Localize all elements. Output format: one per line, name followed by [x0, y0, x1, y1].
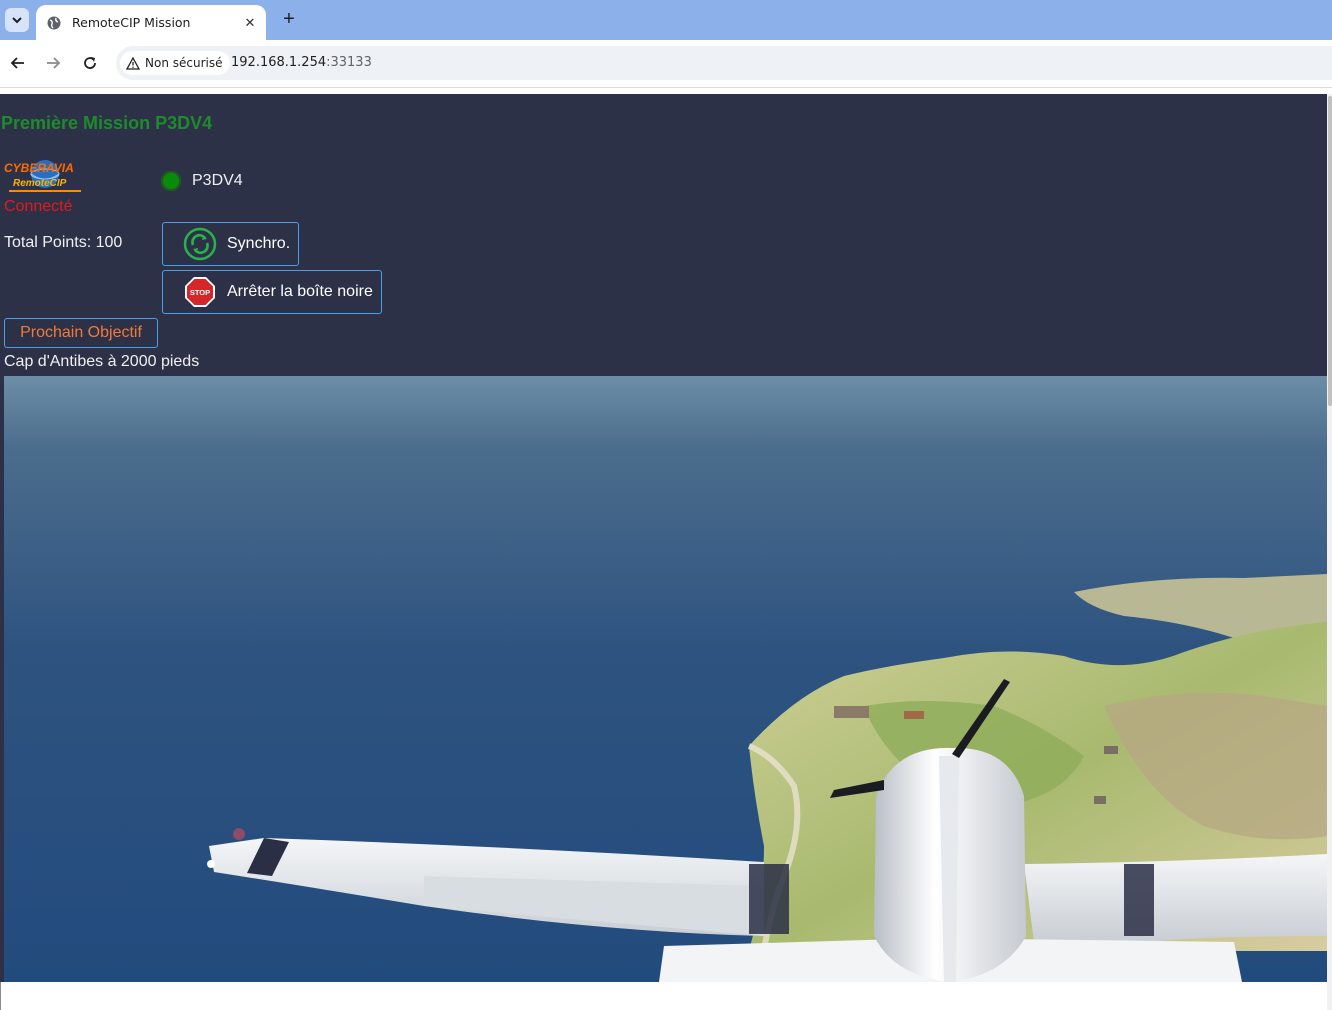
objective-text: Cap d'Antibes à 2000 pieds [4, 353, 200, 370]
warning-icon [126, 56, 140, 70]
reload-button[interactable] [79, 52, 101, 74]
page-bottom-area [0, 982, 1327, 1010]
tab-title: RemoteCIP Mission [72, 15, 191, 30]
url-host: 192.168.1.254 [231, 55, 327, 70]
arrow-right-icon [47, 57, 61, 69]
stop-icon-text: STOP [190, 288, 210, 297]
browser-toolbar: Non sécurisé 192.168.1.254:33133 [0, 40, 1332, 88]
plus-icon[interactable]: + [278, 8, 300, 30]
forward-button[interactable] [42, 52, 64, 74]
page-title: Première Mission P3DV4 [1, 113, 213, 133]
arrow-left-icon [10, 57, 24, 69]
scrollbar-thumb[interactable] [1328, 96, 1332, 406]
stop-button-label: Arrêter la boîte noire [227, 283, 373, 300]
logo-text: CYBERAVIA [4, 161, 74, 175]
status-indicator [161, 171, 181, 191]
page-content: Première Mission P3DV4 CYBERAVIA RemoteC… [0, 94, 1327, 1010]
simulator-label: P3DV4 [192, 172, 243, 189]
sync-icon [183, 227, 217, 261]
sync-button[interactable]: Synchro. [162, 222, 299, 266]
stop-sign-icon: STOP [183, 275, 217, 309]
cyberavia-logo: CYBERAVIA RemoteCIP [4, 160, 81, 192]
back-button[interactable] [7, 52, 29, 74]
globe-icon [46, 15, 62, 31]
security-chip[interactable]: Non sécurisé [120, 51, 231, 75]
next-objective-button[interactable]: Prochain Objectif [4, 318, 158, 348]
sync-button-label: Synchro. [227, 235, 291, 252]
total-points: Total Points: 100 [4, 234, 123, 251]
simulator-view-image [4, 376, 1327, 982]
security-label: Non sécurisé [145, 56, 223, 70]
chevron-down-icon [12, 17, 22, 24]
close-icon[interactable]: ✕ [240, 13, 260, 33]
url-text: 192.168.1.254:33133 [231, 55, 372, 70]
stop-black-box-button[interactable]: STOP Arrêter la boîte noire [162, 270, 382, 314]
reload-icon [84, 57, 96, 69]
url-port: :33133 [326, 55, 372, 70]
connection-status: Connecté [4, 198, 73, 215]
browser-tab-bar: RemoteCIP Mission ✕ + [0, 0, 1332, 40]
logo-subtext: RemoteCIP [13, 178, 67, 189]
address-bar[interactable]: Non sécurisé 192.168.1.254:33133 [116, 46, 1332, 80]
browser-tab-active[interactable]: RemoteCIP Mission ✕ [36, 5, 266, 40]
tab-list-button[interactable] [5, 8, 29, 32]
